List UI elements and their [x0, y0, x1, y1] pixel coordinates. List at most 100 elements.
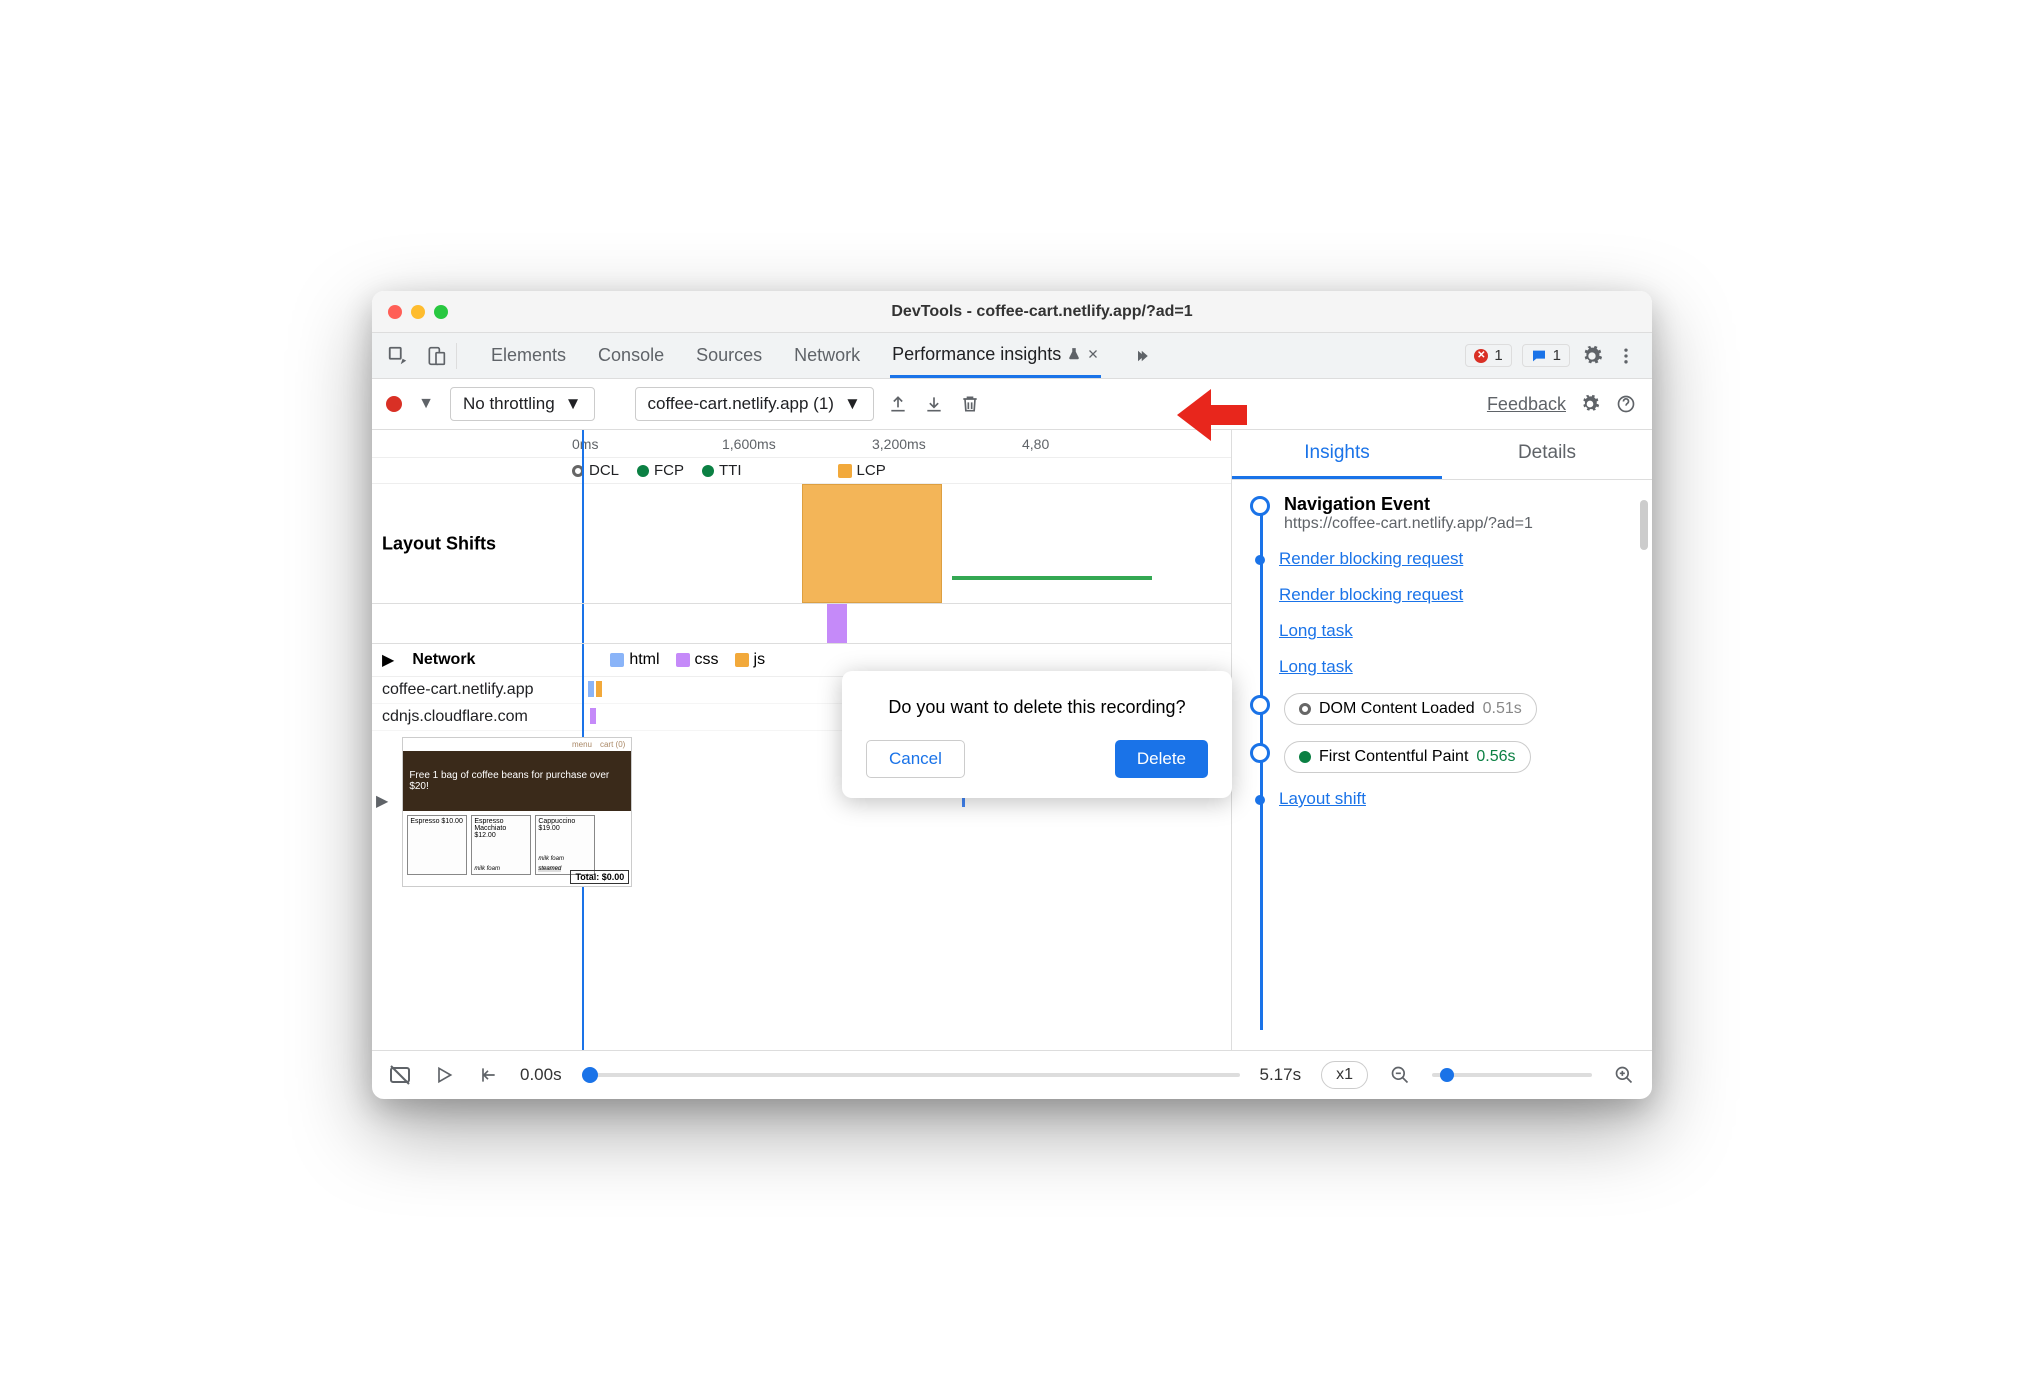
play-icon[interactable]: [432, 1063, 456, 1087]
marker-tti: TTI: [702, 462, 742, 479]
cancel-button[interactable]: Cancel: [866, 740, 965, 778]
panel-tabs: Elements Console Sources Network Perform…: [489, 334, 1153, 378]
recording-name: coffee-cart.netlify.app (1): [648, 394, 834, 414]
ruler-tick: 4,80: [1022, 436, 1172, 452]
window-title: DevTools - coffee-cart.netlify.app/?ad=1: [448, 303, 1636, 321]
maximize-window-button[interactable]: [434, 305, 448, 319]
ruler-tick: 0ms: [572, 436, 722, 452]
inspect-element-icon[interactable]: [386, 344, 410, 368]
css-chunk[interactable]: [827, 604, 847, 643]
dcl-ring-icon: [1299, 703, 1311, 715]
recording-select[interactable]: coffee-cart.netlify.app (1) ▼: [635, 387, 874, 421]
titlebar: DevTools - coffee-cart.netlify.app/?ad=1: [372, 291, 1652, 333]
network-host: cdnjs.cloudflare.com: [382, 708, 582, 726]
chevron-down-icon: ▼: [844, 394, 861, 414]
tab-network[interactable]: Network: [792, 335, 862, 376]
nav-event-url: https://coffee-cart.netlify.app/?ad=1: [1284, 515, 1533, 533]
download-icon[interactable]: [922, 392, 946, 416]
device-toggle-icon[interactable]: [424, 344, 448, 368]
timeline-marker: [1250, 496, 1270, 516]
timeline-marker: [1250, 695, 1270, 715]
timeline-marker: [1255, 555, 1265, 565]
layout-shifts-track[interactable]: Layout Shifts: [372, 484, 1231, 604]
error-badge[interactable]: ✕ 1: [1465, 344, 1511, 367]
tab-elements[interactable]: Elements: [489, 335, 568, 376]
screenshot-thumbnail[interactable]: menucart (0) Free 1 bag of coffee beans …: [402, 737, 632, 887]
tab-sources[interactable]: Sources: [694, 335, 764, 376]
lcp-block[interactable]: [802, 484, 942, 603]
traffic-lights: [388, 305, 448, 319]
tab-performance-insights[interactable]: Performance insights: [890, 334, 1101, 378]
thumb-banner: Free 1 bag of coffee beans for purchase …: [403, 751, 631, 811]
insights-pane: Insights Details Navigation Event https:…: [1232, 430, 1652, 1050]
network-label: Network: [412, 651, 592, 669]
minimize-window-button[interactable]: [411, 305, 425, 319]
thumb-total: Total: $0.00: [570, 870, 629, 884]
time-end: 5.17s: [1260, 1065, 1302, 1085]
zoom-out-icon[interactable]: [1388, 1063, 1412, 1087]
record-dropdown-icon[interactable]: ▼: [414, 392, 438, 416]
error-icon: ✕: [1474, 349, 1488, 363]
record-button[interactable]: [386, 396, 402, 412]
throttling-value: No throttling: [463, 394, 555, 414]
rewind-icon[interactable]: [476, 1063, 500, 1087]
expand-thumbnails-icon[interactable]: ▶: [372, 731, 392, 811]
delete-trash-icon[interactable]: [958, 392, 982, 416]
shift-bar[interactable]: [952, 576, 1152, 580]
disable-screenshots-icon[interactable]: [388, 1063, 412, 1087]
time-ruler: 0ms 1,600ms 3,200ms 4,80: [372, 430, 1231, 458]
insight-link[interactable]: Layout shift: [1279, 789, 1366, 809]
message-count: 1: [1553, 347, 1561, 364]
tab-console[interactable]: Console: [596, 335, 666, 376]
network-host: coffee-cart.netlify.app: [382, 681, 582, 699]
tab-insights[interactable]: Insights: [1232, 430, 1442, 479]
legend-html: html: [629, 651, 659, 669]
legend-css: css: [695, 651, 719, 669]
tab-label: Performance insights: [892, 344, 1061, 365]
fcp-dot-icon: [1299, 751, 1311, 763]
more-tabs-icon[interactable]: [1129, 344, 1153, 368]
marker-dcl: DCL: [572, 462, 619, 479]
panel-tabs-row: Elements Console Sources Network Perform…: [372, 333, 1652, 379]
confirm-delete-modal: Do you want to delete this recording? Ca…: [842, 671, 1232, 798]
nav-event-title: Navigation Event: [1284, 494, 1533, 515]
zoom-in-icon[interactable]: [1612, 1063, 1636, 1087]
insight-link[interactable]: Render blocking request: [1279, 549, 1463, 569]
marker-lcp: LCP: [838, 462, 886, 479]
playback-slider[interactable]: [582, 1073, 1240, 1077]
settings-gear-icon[interactable]: [1580, 344, 1604, 368]
speed-selector[interactable]: x1: [1321, 1061, 1368, 1089]
expand-icon[interactable]: ▶: [382, 650, 394, 670]
marker-fcp: FCP: [637, 462, 684, 479]
ruler-tick: 1,600ms: [722, 436, 872, 452]
zoom-slider[interactable]: [1432, 1073, 1592, 1077]
timeline-marker: [1255, 795, 1265, 805]
delete-button[interactable]: Delete: [1115, 740, 1208, 778]
track-label: Layout Shifts: [382, 533, 496, 554]
playback-footer: 0.00s 5.17s x1: [372, 1050, 1652, 1099]
insight-link[interactable]: Long task: [1279, 621, 1353, 641]
upload-icon[interactable]: [886, 392, 910, 416]
feedback-link[interactable]: Feedback: [1487, 394, 1566, 415]
message-badge[interactable]: 1: [1522, 344, 1570, 367]
legend-js: js: [754, 651, 766, 669]
panel-gear-icon[interactable]: [1578, 392, 1602, 416]
tab-details[interactable]: Details: [1442, 430, 1652, 479]
right-tabs: Insights Details: [1232, 430, 1652, 480]
close-window-button[interactable]: [388, 305, 402, 319]
insights-list: Navigation Event https://coffee-cart.net…: [1232, 480, 1652, 1050]
perf-toolbar: ▼ No throttling ▼ coffee-cart.netlify.ap…: [372, 379, 1652, 430]
kebab-menu-icon[interactable]: [1614, 344, 1638, 368]
metric-markers: DCL FCP TTI LCP: [372, 458, 1231, 484]
throttling-select[interactable]: No throttling ▼: [450, 387, 595, 421]
fcp-pill[interactable]: First Contentful Paint 0.56s: [1284, 741, 1531, 773]
insight-link[interactable]: Long task: [1279, 657, 1353, 677]
help-icon[interactable]: [1614, 392, 1638, 416]
close-tab-icon[interactable]: [1087, 348, 1099, 360]
time-start: 0.00s: [520, 1065, 562, 1085]
chevron-down-icon: ▼: [565, 394, 582, 414]
insight-link[interactable]: Render blocking request: [1279, 585, 1463, 605]
message-icon: [1531, 348, 1547, 364]
dcl-pill[interactable]: DOM Content Loaded 0.51s: [1284, 693, 1537, 725]
devtools-window: DevTools - coffee-cart.netlify.app/?ad=1…: [372, 291, 1652, 1099]
